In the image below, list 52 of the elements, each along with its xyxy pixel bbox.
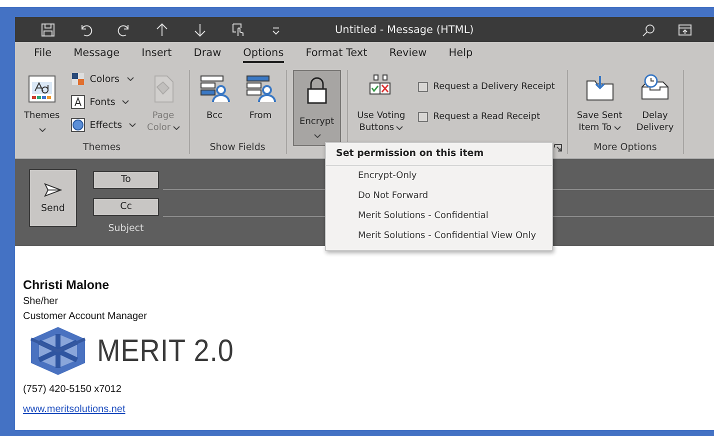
dialog-launcher-icon[interactable]: [554, 144, 562, 152]
menu-item[interactable]: Encrypt-Only: [326, 166, 552, 186]
group-label: Themes: [82, 142, 121, 153]
checkbox[interactable]: [418, 82, 428, 92]
fonts-icon: [70, 95, 85, 109]
from-icon: [244, 73, 277, 105]
menu-item[interactable]: Do Not Forward: [326, 186, 552, 206]
address-button[interactable]: Cc: [93, 198, 159, 216]
ribbon-button[interactable]: Bcc: [196, 70, 234, 136]
ribbon-tab[interactable]: Message: [62, 44, 131, 63]
bcc-icon: [198, 73, 231, 105]
ribbon-button[interactable]: Delay Delivery: [633, 70, 677, 137]
ribbon-display-icon[interactable]: [678, 22, 692, 36]
ribbon-tab[interactable]: Format Text: [294, 44, 378, 63]
cube-logo-icon: [29, 326, 87, 376]
menu-header: Set permission on this item: [326, 143, 552, 166]
checkbox-label: Request a Delivery Receipt: [433, 82, 555, 92]
ribbon-tab[interactable]: Help: [438, 44, 484, 63]
ribbon-tab[interactable]: Insert: [130, 44, 183, 63]
website-link[interactable]: www.meritsolutions.net: [23, 404, 126, 415]
window-title: Untitled - Message (HTML): [335, 24, 474, 36]
checkbox[interactable]: [418, 112, 428, 122]
menu-item[interactable]: Merit Solutions - Confidential: [326, 206, 552, 226]
subject-label: Subject: [107, 223, 145, 234]
menu-item[interactable]: Merit Solutions - Confidential View Only: [326, 226, 552, 246]
group-label: Show Fields: [210, 142, 266, 153]
group-label: More Options: [594, 142, 657, 153]
ribbon-tab[interactable]: Draw: [182, 44, 232, 63]
effects-icon: [70, 118, 85, 132]
ribbon-button[interactable]: Encrypt: [292, 70, 342, 146]
pronouns-text: She/her: [23, 295, 60, 309]
logo-text: MERIT 2.0: [97, 333, 234, 369]
colors-icon: [70, 72, 85, 86]
ribbon-button[interactable]: Save Sent Item To: [574, 70, 626, 137]
checkbox-label: Request a Read Receipt: [433, 112, 540, 122]
signature-name: Christi Malone: [23, 278, 110, 292]
ribbon-button[interactable]: From: [242, 70, 280, 136]
address-button[interactable]: To: [93, 170, 159, 188]
ribbon-button[interactable]: Fonts: [70, 95, 136, 109]
ribbon-button[interactable]: Themes: [21, 70, 63, 138]
ribbon-button[interactable]: Effects: [70, 118, 136, 132]
job-title-text: Customer Account Manager: [23, 310, 148, 324]
ribbon-button[interactable]: Use Voting Buttons: [354, 70, 408, 137]
ribbon-tab[interactable]: Options: [232, 44, 295, 63]
ribbon-tab[interactable]: File: [23, 44, 63, 63]
ribbon-tab[interactable]: Review: [378, 44, 438, 63]
send-icon: [44, 182, 62, 196]
phone-text: (757) 420-5150 x7012: [23, 383, 122, 397]
ribbon-button[interactable]: Colors: [70, 72, 136, 86]
send-button[interactable]: Send: [29, 169, 77, 227]
search-icon[interactable]: [642, 22, 656, 36]
theme-icon: [26, 73, 58, 105]
